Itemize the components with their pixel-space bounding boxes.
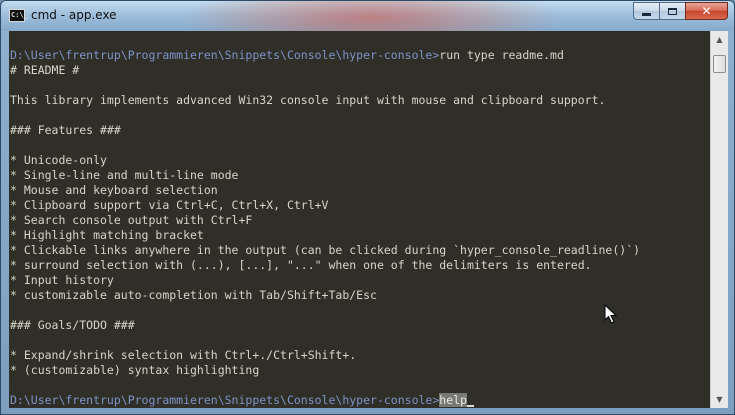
command-line: D:\User\frentrup\Programmieren\Snippets\… [10, 48, 640, 63]
maximize-icon [668, 7, 677, 15]
output-line: * Unicode-only [10, 153, 107, 167]
window-bottom-border[interactable] [1, 406, 734, 414]
output-line: * Clipboard support via Ctrl+C, Ctrl+X, … [10, 198, 329, 212]
output-line: * Expand/shrink selection with Ctrl+./Ct… [10, 348, 357, 362]
command-prompt: D:\User\frentrup\Programmieren\Snippets\… [10, 48, 440, 62]
chevron-up-icon: ▲ [716, 35, 723, 44]
output-line: * Highlight matching bracket [10, 228, 204, 242]
title-bar[interactable]: C:\_ cmd - app.exe ✕ [1, 1, 734, 31]
input-prompt: D:\User\frentrup\Programmieren\Snippets\… [10, 393, 440, 407]
console-window: C:\_ cmd - app.exe ✕ D:\User\frentrup\Pr… [0, 0, 735, 415]
maximize-button[interactable] [659, 2, 685, 20]
output-line: * surround selection with (...), [...], … [10, 258, 592, 272]
output-line: * customizable auto-completion with Tab/… [10, 288, 377, 302]
console-area[interactable]: D:\User\frentrup\Programmieren\Snippets\… [9, 31, 710, 408]
output-line: ### Features ### [10, 123, 121, 137]
input-text[interactable]: help [439, 393, 467, 407]
close-icon: ✕ [701, 4, 712, 18]
output-line: * Single-line and multi-line mode [10, 168, 239, 182]
close-button[interactable]: ✕ [685, 2, 728, 20]
output-line: * Mouse and keyboard selection [10, 183, 218, 197]
window-title: cmd - app.exe [31, 8, 117, 22]
output-line: # README # [10, 63, 80, 77]
vertical-scrollbar[interactable]: ▲ ▼ [710, 31, 728, 408]
output-line: * Clickable links anywhere in the output… [10, 243, 641, 257]
output-line: ### Goals/TODO ### [10, 318, 135, 332]
command-text: run type readme.md [439, 48, 564, 62]
scroll-up-button[interactable]: ▲ [711, 31, 728, 48]
output-lines: # README # This library implements advanc… [10, 63, 640, 393]
cmd-app-icon[interactable]: C:\_ [9, 9, 28, 22]
scrollbar-thumb[interactable] [713, 55, 726, 73]
console-output: D:\User\frentrup\Programmieren\Snippets\… [10, 48, 640, 408]
output-line: * (customizable) syntax highlighting [10, 363, 260, 377]
output-line: This library implements advanced Win32 c… [10, 93, 606, 107]
output-line: * Input history [10, 273, 114, 287]
minimize-icon [642, 12, 651, 16]
title-bar-glow [181, 1, 561, 31]
output-line: * Search console output with Ctrl+F [10, 213, 253, 227]
chevron-down-icon: ▼ [716, 395, 723, 404]
caption-buttons: ✕ [633, 2, 728, 21]
mouse-pointer-icon [604, 304, 618, 324]
minimize-button[interactable] [633, 2, 659, 20]
